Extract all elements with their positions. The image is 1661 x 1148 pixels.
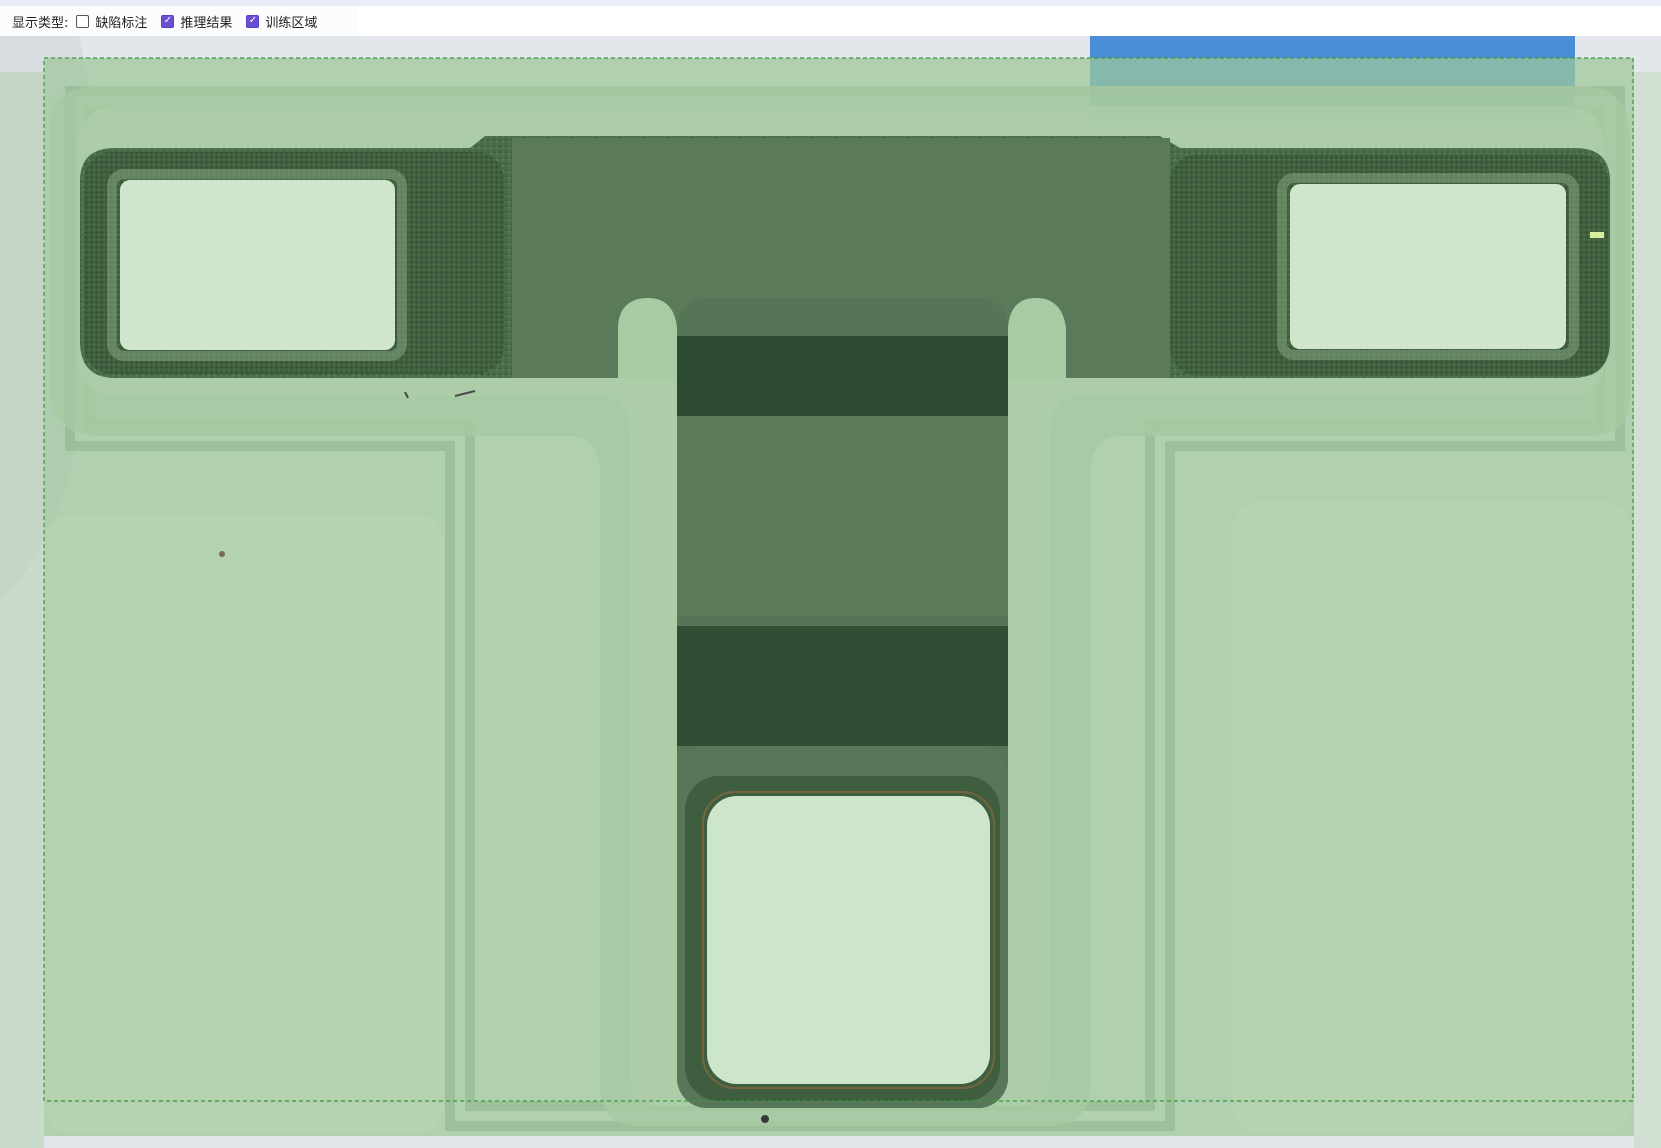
inspection-image <box>0 36 1661 1148</box>
bottom-pad-bright <box>707 796 990 1084</box>
option-inference-result[interactable]: ✓ 推理结果 <box>161 12 232 31</box>
option-training-region[interactable]: ✓ 训练区域 <box>246 12 317 31</box>
stem-dark-band-2 <box>677 626 1008 746</box>
checkbox-defect-annotation[interactable] <box>76 14 90 28</box>
stem-grey-mid <box>677 416 1008 616</box>
dust-particle <box>219 551 225 557</box>
overlay-spill-right <box>1634 72 1661 1148</box>
toolbar-spacer <box>358 6 1661 36</box>
option-defect-annotation[interactable]: 缺陷标注 <box>76 12 147 31</box>
checkmark-icon: ✓ <box>163 15 173 26</box>
right-pad-bright <box>1290 184 1566 349</box>
stem-dark-band-1 <box>677 336 1008 416</box>
checkbox-inference-result[interactable]: ✓ <box>161 14 175 28</box>
option-training-region-label: 训练区域 <box>265 15 318 31</box>
dust-particle <box>761 1115 769 1123</box>
display-type-toolbar: 显示类型: 缺陷标注 ✓ 推理结果 ✓ 训练区域 <box>0 6 358 36</box>
notch-right <box>1008 298 1066 378</box>
notch-left <box>618 298 677 378</box>
left-lower-pad-area <box>44 514 444 1134</box>
option-defect-annotation-label: 缺陷标注 <box>95 15 148 31</box>
right-pad-marker <box>1590 232 1604 238</box>
checkmark-icon: ✓ <box>248 15 258 26</box>
checkbox-training-region[interactable]: ✓ <box>246 14 260 28</box>
left-pad-bright <box>120 180 395 350</box>
display-type-label: 显示类型: <box>12 15 69 31</box>
option-inference-result-label: 推理结果 <box>180 15 233 31</box>
image-viewer[interactable] <box>0 36 1661 1148</box>
right-lower-pad-area <box>1232 502 1632 1134</box>
overlay-spill <box>0 72 44 1148</box>
